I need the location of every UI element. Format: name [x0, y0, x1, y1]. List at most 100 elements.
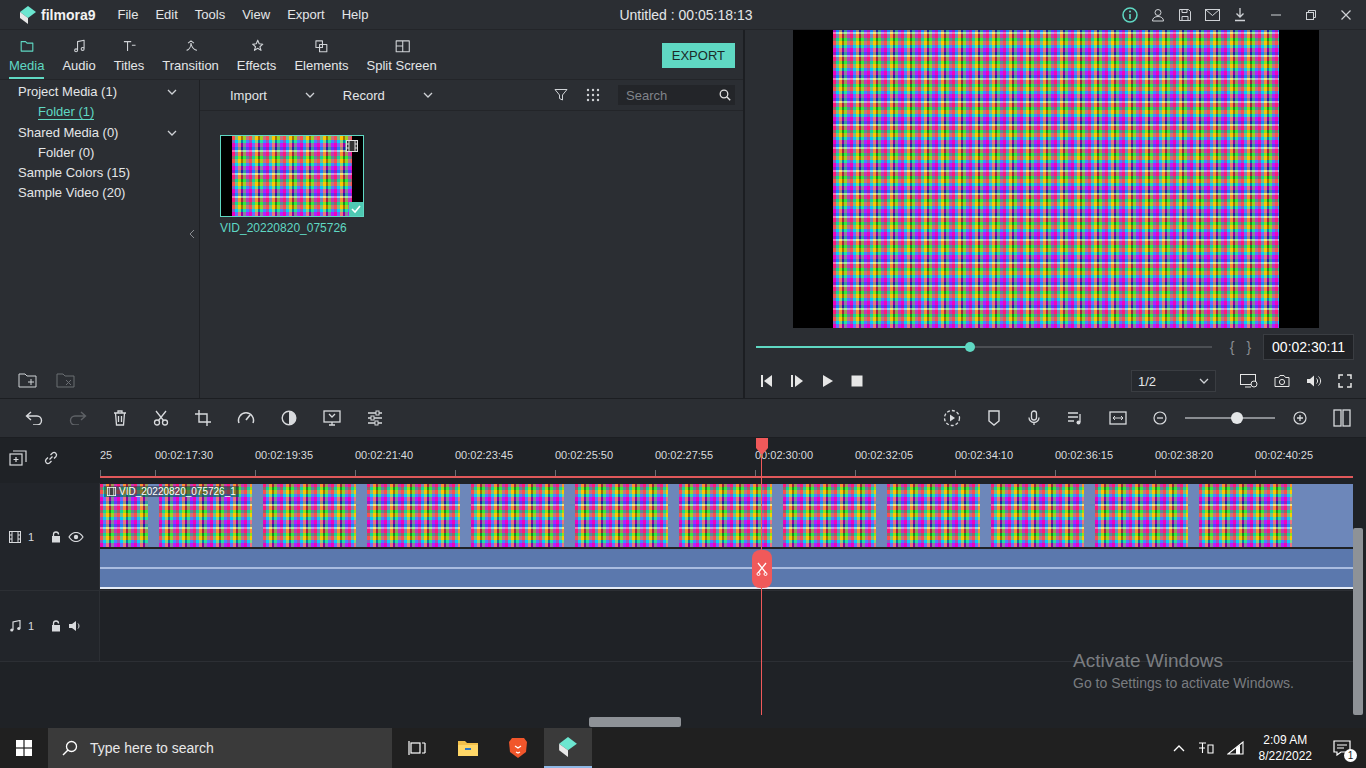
zoom-out-icon[interactable] — [1153, 411, 1167, 425]
menu-item[interactable]: Tools — [195, 7, 225, 22]
menu-item[interactable]: File — [117, 7, 138, 22]
menu-item[interactable]: Edit — [155, 7, 177, 22]
tab[interactable]: Transition — [162, 38, 219, 79]
tab[interactable]: Split Screen — [367, 38, 437, 79]
account-icon[interactable] — [1151, 8, 1165, 22]
save-icon[interactable] — [1178, 8, 1192, 22]
menu-item[interactable]: Export — [287, 7, 325, 22]
info-icon[interactable] — [1122, 7, 1138, 23]
tab[interactable]: Audio — [62, 38, 95, 79]
sidebar-item[interactable]: Shared Media (0) — [0, 123, 199, 143]
input-method-icon[interactable] — [1197, 740, 1215, 756]
grid-icon[interactable] — [586, 88, 600, 102]
sidebar-item[interactable]: Project Media (1) — [0, 82, 199, 102]
snapshot-icon[interactable] — [1274, 374, 1290, 388]
chevron-icon[interactable] — [167, 128, 177, 138]
fullscreen-icon[interactable] — [1338, 374, 1352, 388]
export-button[interactable]: EXPORT — [662, 43, 735, 68]
filmora-task-button[interactable] — [544, 728, 592, 768]
import-dropdown[interactable]: Import — [230, 88, 315, 103]
marker-icon[interactable] — [987, 410, 1001, 426]
play-icon[interactable] — [820, 374, 834, 388]
minimize-icon[interactable] — [1270, 9, 1282, 21]
search-icon[interactable] — [719, 89, 731, 101]
wifi-icon[interactable] — [1227, 741, 1245, 755]
zoom-knob[interactable] — [1231, 412, 1243, 424]
media-thumbnail[interactable] — [220, 135, 364, 217]
system-clock[interactable]: 2:09 AM8/22/2022 — [1251, 732, 1322, 764]
task-view-button[interactable] — [394, 728, 442, 768]
sidebar-item[interactable]: Sample Colors (15) — [0, 163, 199, 183]
menu-item[interactable]: View — [242, 7, 270, 22]
sidebar-item[interactable]: Sample Video (20) — [0, 183, 199, 203]
video-clip[interactable]: VID_20220820_075726_1 — [100, 484, 1353, 589]
speaker-icon[interactable] — [68, 620, 82, 632]
adjust-icon[interactable] — [367, 410, 383, 426]
sidebar-item[interactable]: Folder (0) — [0, 143, 199, 163]
playhead[interactable] — [755, 438, 769, 715]
task-view-icon[interactable] — [408, 740, 428, 756]
zoom-slider[interactable] — [1185, 411, 1275, 425]
record-dropdown[interactable]: Record — [343, 88, 433, 103]
undo-icon[interactable] — [25, 411, 43, 425]
mark-out-button[interactable]: } — [1246, 339, 1251, 355]
windows-icon[interactable] — [16, 740, 32, 756]
delete-icon[interactable] — [113, 410, 127, 426]
preview-progress[interactable] — [756, 346, 1212, 348]
mail-icon[interactable] — [1205, 9, 1220, 21]
zoom-in-icon[interactable] — [1293, 411, 1307, 425]
link-icon[interactable] — [43, 450, 59, 466]
crop-icon[interactable] — [195, 410, 211, 426]
cut-icon[interactable] — [153, 410, 169, 426]
collapse-icon[interactable] — [189, 230, 195, 238]
menu-item[interactable]: Help — [342, 7, 369, 22]
new-folder-icon[interactable] — [18, 372, 38, 388]
media-search[interactable] — [618, 85, 735, 105]
folder-icon[interactable] — [457, 739, 479, 757]
green-screen-icon[interactable] — [323, 410, 341, 426]
color-icon[interactable] — [281, 410, 297, 426]
layout-icon[interactable] — [1333, 409, 1351, 427]
mark-in-button[interactable]: { — [1230, 339, 1235, 355]
render-icon[interactable] — [943, 409, 961, 427]
vertical-scrollbar[interactable] — [1353, 483, 1366, 728]
playhead-marker-icon[interactable] — [755, 438, 769, 455]
play-slow-icon[interactable] — [790, 374, 804, 388]
chevron-icon[interactable] — [167, 87, 177, 97]
display-settings-icon[interactable] — [1240, 374, 1258, 388]
eye-icon[interactable] — [68, 532, 84, 542]
split-handle[interactable] — [752, 550, 772, 588]
notification-button[interactable]: 1 — [1322, 728, 1362, 768]
taskbar-search[interactable]: Type here to search — [48, 728, 392, 768]
filter-icon[interactable] — [554, 88, 568, 102]
tab[interactable]: Elements — [294, 38, 348, 79]
timeline-scrollbar[interactable] — [100, 716, 1353, 728]
restore-icon[interactable] — [1305, 9, 1317, 21]
filmora-logo-icon[interactable] — [559, 737, 577, 757]
download-icon[interactable] — [1233, 7, 1247, 22]
microphone-icon[interactable] — [1027, 410, 1041, 426]
scissor-icon[interactable] — [756, 562, 768, 576]
tab[interactable]: Media — [9, 38, 44, 79]
time-ruler[interactable]: 2500:02:17:3000:02:19:3500:02:21:4000:02… — [100, 438, 1353, 478]
tab[interactable]: Effects — [237, 38, 277, 79]
volume-icon[interactable] — [1306, 374, 1322, 388]
start-button[interactable] — [0, 728, 48, 768]
quality-dropdown[interactable]: 1/2 — [1131, 370, 1216, 392]
fit-timeline-icon[interactable] — [1109, 411, 1127, 425]
tray-overflow-icon[interactable] — [1173, 744, 1185, 752]
scroll-thumb[interactable] — [589, 717, 681, 727]
stop-icon[interactable] — [850, 374, 864, 388]
scroll-thumb[interactable] — [1353, 528, 1363, 715]
redo-icon[interactable] — [69, 411, 87, 425]
sidebar-item[interactable]: Folder (1) — [0, 102, 199, 123]
tab[interactable]: Titles — [114, 38, 145, 79]
brave-lion-icon[interactable] — [508, 737, 528, 759]
add-track-icon[interactable] — [9, 450, 27, 466]
lock-icon[interactable] — [51, 531, 61, 543]
search-input[interactable] — [626, 88, 719, 103]
speed-icon[interactable] — [237, 410, 255, 426]
brave-browser-button[interactable] — [494, 728, 542, 768]
lock-icon[interactable] — [51, 620, 61, 632]
media-item[interactable]: VID_20220820_075726 — [220, 135, 365, 235]
